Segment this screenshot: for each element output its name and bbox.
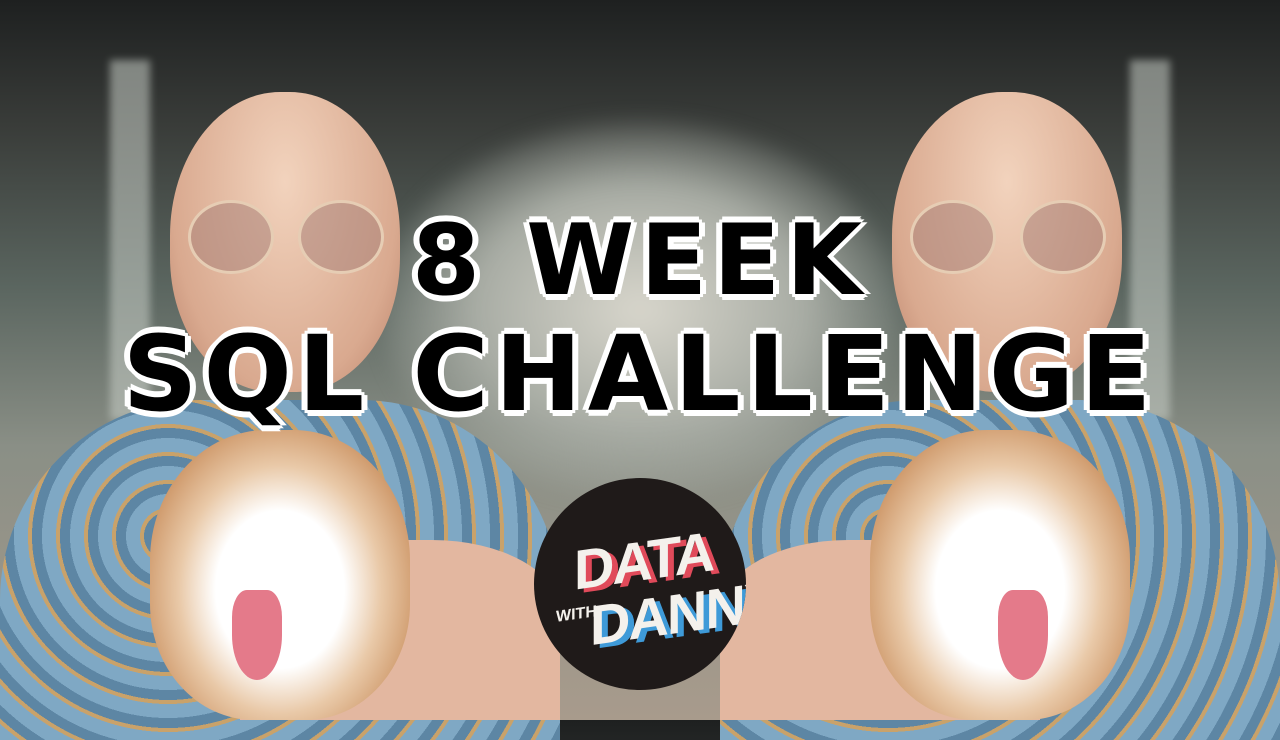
dog-tongue [998,590,1048,680]
data-with-danny-logo: DATA WITH DANNY [534,478,746,690]
corgi-puppy [150,430,410,720]
dog-tongue [232,590,282,680]
title-line-2: SQL CHALLENGE [122,313,1158,435]
title-line-1: 8 WEEK [411,204,869,318]
corgi-puppy [870,430,1130,720]
